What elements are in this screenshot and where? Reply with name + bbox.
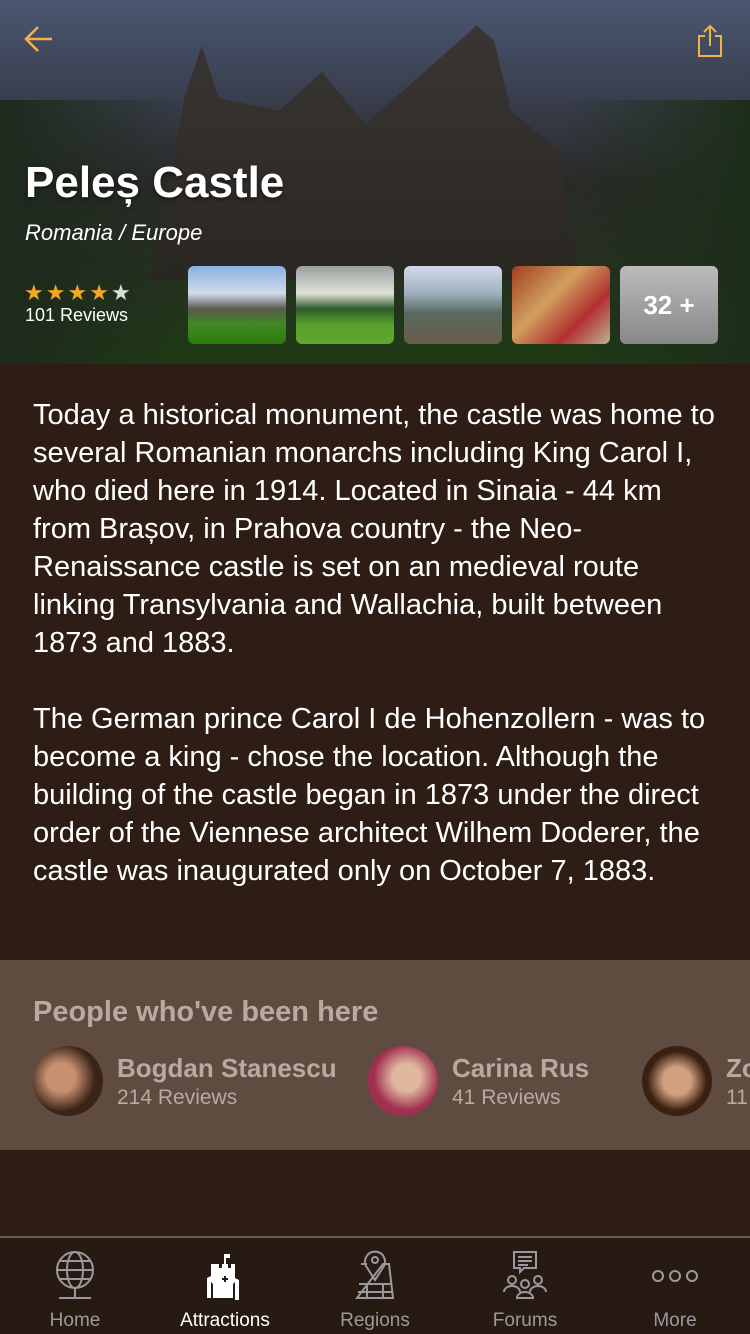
star-icon: ★	[67, 280, 90, 305]
avatar	[368, 1046, 438, 1116]
photo-thumbnail[interactable]	[188, 266, 286, 344]
map-icon	[354, 1250, 395, 1299]
description: Today a historical monument, the castle …	[33, 399, 715, 887]
star-icon: ★	[110, 280, 133, 305]
person-item[interactable]: Carina Rus 41 Reviews	[368, 1046, 589, 1116]
tab-bar: Home Attractions Regions Forums More	[0, 1236, 750, 1334]
forum-icon	[503, 1251, 547, 1299]
star-icon: ★	[24, 280, 46, 305]
more-icon	[652, 1270, 698, 1282]
tab-attractions[interactable]: Attractions	[150, 1238, 300, 1334]
page-title: Peleș Castle	[25, 158, 285, 207]
globe-icon	[56, 1251, 94, 1299]
star-icon: ★	[45, 280, 68, 305]
review-count[interactable]: 101 Reviews	[25, 305, 128, 326]
avatar	[33, 1046, 103, 1116]
back-button[interactable]	[22, 22, 58, 58]
castle-icon	[207, 1254, 239, 1300]
tab-more[interactable]: More	[600, 1238, 750, 1334]
photo-thumbnail[interactable]	[296, 266, 394, 344]
tab-home[interactable]: Home	[0, 1238, 150, 1334]
avatar	[642, 1046, 712, 1116]
share-button[interactable]	[696, 24, 728, 60]
people-section: People who've been here Bogdan Stanescu 2…	[0, 960, 750, 1150]
tab-regions[interactable]: Regions	[300, 1238, 450, 1334]
photo-thumbnail[interactable]	[404, 266, 502, 344]
photo-thumbnail[interactable]	[512, 266, 610, 344]
person-item[interactable]: Bogdan Stanescu 214 Reviews	[33, 1046, 337, 1116]
tab-forums[interactable]: Forums	[450, 1238, 600, 1334]
more-photos-button[interactable]: 32 +	[620, 266, 718, 344]
person-item[interactable]: Zo 11	[642, 1046, 750, 1116]
star-icon: ★	[89, 280, 111, 305]
location: Romania / Europe	[25, 220, 203, 245]
section-title: People who've been here	[33, 996, 379, 1028]
star-rating: ★★★★★	[24, 280, 133, 306]
hero-image: Peleș Castle Romania / Europe ★★★★★ 101 …	[0, 0, 750, 364]
photo-gallery: 32 +	[188, 266, 718, 344]
